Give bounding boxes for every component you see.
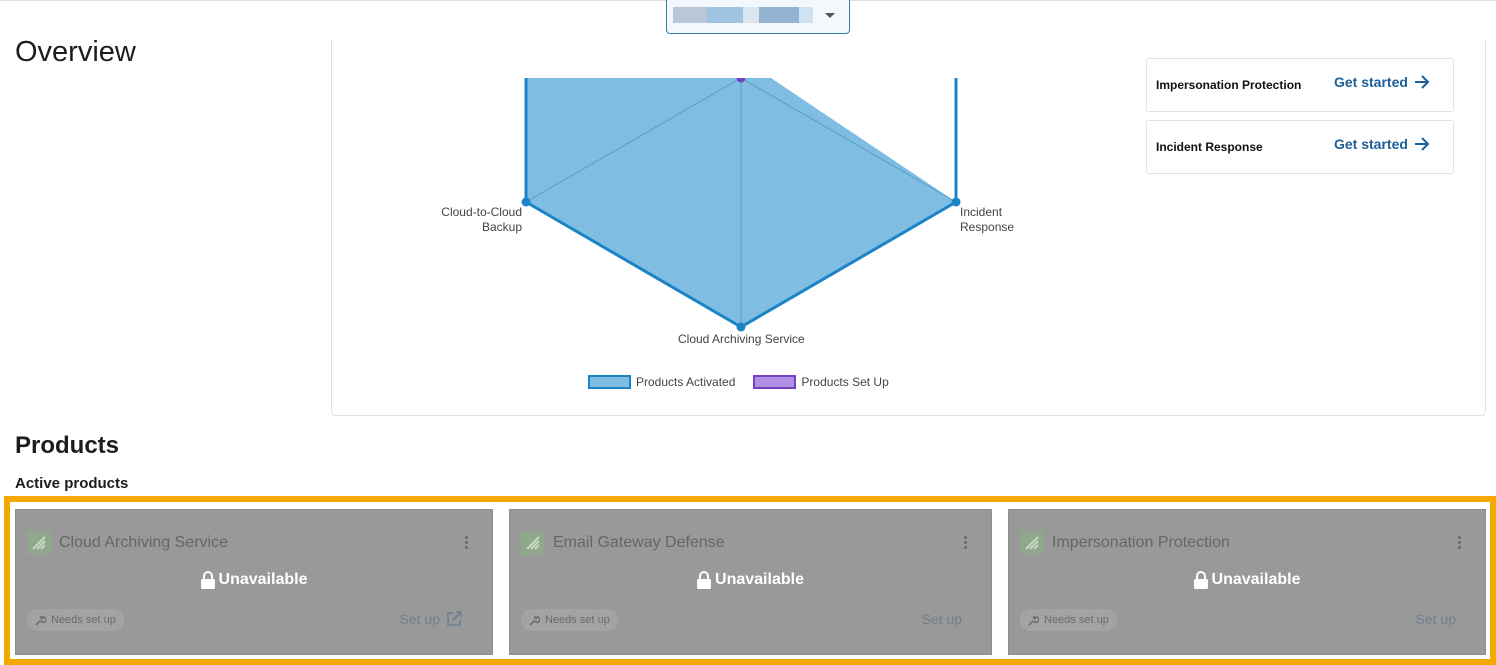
setup-item-name: Incident Response <box>1156 140 1263 154</box>
legend-swatch <box>753 375 797 389</box>
arrow-right-icon <box>1414 137 1430 151</box>
setup-item-incident-response: Incident Response Get started <box>1146 120 1454 174</box>
get-started-label: Get started <box>1334 74 1408 90</box>
legend-item-setup[interactable]: Products Set Up <box>753 375 889 389</box>
more-options-icon[interactable] <box>964 536 968 552</box>
redacted-value <box>743 7 759 23</box>
legend-swatch <box>588 375 631 389</box>
lock-icon <box>200 571 215 589</box>
activated-point <box>521 197 531 207</box>
more-options-icon[interactable] <box>1458 536 1462 552</box>
set-up-button[interactable]: Set up <box>1416 611 1456 627</box>
unavailable-status: Unavailable <box>15 571 493 589</box>
product-name: Cloud Archiving Service <box>59 534 228 551</box>
needs-setup-badge: Needs set up <box>27 609 124 631</box>
radar-axis-label-archiving: Cloud Archiving Service <box>678 332 805 346</box>
axis-label-line: Incident <box>960 205 1003 219</box>
unavailable-label: Unavailable <box>715 571 804 588</box>
badge-label: Needs set up <box>51 614 116 626</box>
product-logo-icon <box>27 531 51 555</box>
legend-item-activated[interactable]: Products Activated <box>588 375 735 389</box>
unavailable-label: Unavailable <box>1211 571 1301 588</box>
unavailable-label: Unavailable <box>218 571 308 588</box>
radar-axis-label-backup: Cloud-to-Cloud Backup <box>441 205 522 235</box>
set-up-label: Set up <box>399 611 440 627</box>
products-section-title: Products <box>15 432 120 459</box>
get-started-label: Get started <box>1334 136 1408 152</box>
external-link-icon <box>447 611 462 626</box>
setup-item-impersonation: Impersonation Protection Get started <box>1146 58 1454 112</box>
product-name: Email Gateway Defense <box>553 534 725 551</box>
set-up-button[interactable]: Set up <box>922 611 962 627</box>
get-started-link[interactable]: Get started <box>1334 136 1430 152</box>
account-selector[interactable] <box>666 0 850 34</box>
set-up-label: Set up <box>921 611 962 627</box>
redacted-value <box>707 7 743 23</box>
active-products-heading: Active products <box>15 475 129 492</box>
redacted-value <box>799 7 813 23</box>
product-card-impersonation[interactable]: Impersonation Protection Unavailable Nee… <box>1008 509 1486 655</box>
product-card-email-gateway[interactable]: Email Gateway Defense Unavailable Needs … <box>509 509 992 655</box>
unavailable-status: Unavailable <box>1008 571 1486 589</box>
radar-legend: Products Activated Products Set Up <box>588 375 907 389</box>
legend-label: Products Set Up <box>801 375 889 389</box>
unavailable-status: Unavailable <box>509 571 992 589</box>
page-title: Overview <box>15 36 136 68</box>
lock-icon <box>697 571 712 589</box>
badge-label: Needs set up <box>1044 614 1109 626</box>
wrench-icon <box>35 615 46 626</box>
product-card-cloud-archiving[interactable]: Cloud Archiving Service Unavailable Need… <box>15 509 493 655</box>
needs-setup-badge: Needs set up <box>1020 609 1117 631</box>
badge-label: Needs set up <box>545 614 610 626</box>
chevron-down-icon <box>825 13 835 18</box>
wrench-icon <box>529 615 540 626</box>
needs-setup-badge: Needs set up <box>521 609 618 631</box>
redacted-value <box>673 7 707 23</box>
lock-icon <box>1193 571 1208 589</box>
wrench-icon <box>1028 615 1039 626</box>
redacted-value <box>759 7 799 23</box>
radar-axis-label-incident: Incident Response <box>960 205 1014 235</box>
setup-item-name: Impersonation Protection <box>1156 78 1302 92</box>
product-logo-icon <box>1020 531 1044 555</box>
set-up-label: Set up <box>1415 611 1456 627</box>
arrow-right-icon <box>1414 75 1430 89</box>
product-logo-icon <box>521 531 545 555</box>
product-name: Impersonation Protection <box>1052 534 1230 551</box>
axis-label-line: Cloud-to-Cloud <box>441 205 522 219</box>
axis-label-line: Response <box>960 220 1015 234</box>
legend-label: Products Activated <box>636 375 736 389</box>
axis-label-line: Backup <box>481 220 522 234</box>
get-started-link[interactable]: Get started <box>1334 74 1430 90</box>
more-options-icon[interactable] <box>465 536 469 552</box>
set-up-button[interactable]: Set up <box>400 611 462 627</box>
activated-point <box>736 322 746 332</box>
